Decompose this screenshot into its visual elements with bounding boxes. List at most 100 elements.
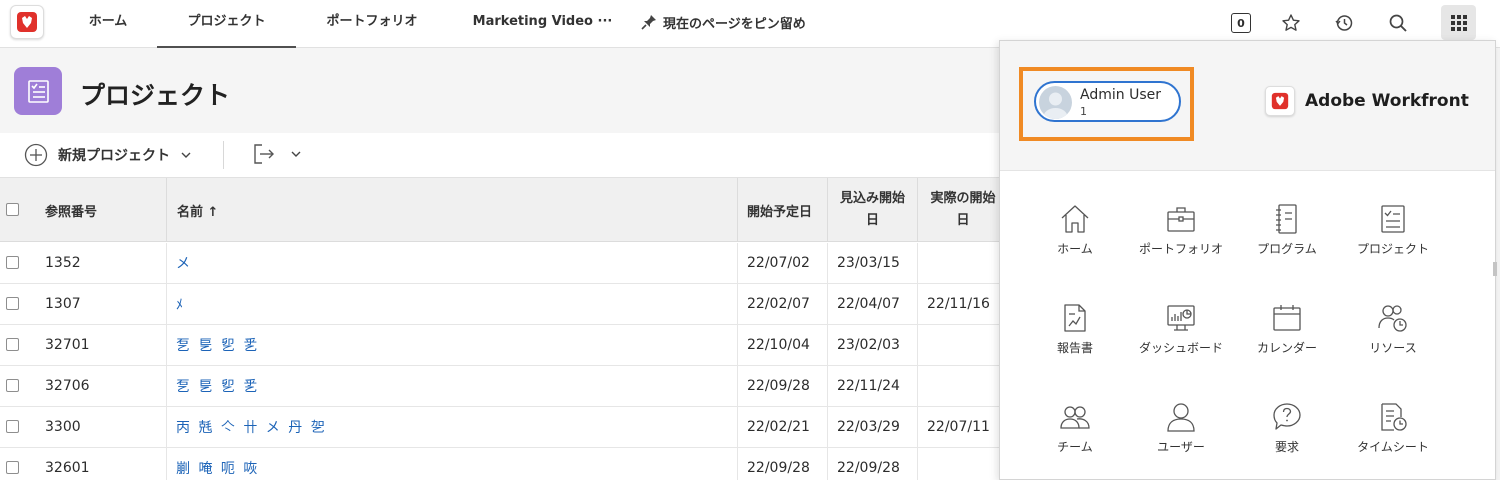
app-user[interactable]: ユーザー: [1131, 401, 1231, 480]
user-profile-button[interactable]: Admin User 1: [1034, 81, 1181, 122]
actual-start-line1: 実際の開始: [930, 191, 996, 206]
history-icon[interactable]: [1329, 8, 1359, 38]
actual-start-line2: 日: [956, 213, 970, 228]
export-icon: [254, 144, 274, 164]
row-checkbox[interactable]: [6, 297, 19, 310]
table-row[interactable]: 32706 乭 乬 乮 乯 22/09/28 22/11/24: [0, 366, 1000, 407]
calendar-icon: [1273, 305, 1301, 331]
app-report[interactable]: 報告書: [1025, 302, 1125, 394]
chevron-down-icon: [181, 152, 191, 158]
cell-project-name-link[interactable]: 丙 兞 亽 卄 メ 丹 乫: [176, 407, 327, 447]
app-program-label: プログラム: [1257, 242, 1317, 256]
table-header: 参照番号 名前 ↑ 開始予定日 見込み開始 日 実際の開始 日: [0, 178, 1000, 242]
workfront-logo-icon: [17, 12, 37, 32]
scrollbar-thumb[interactable]: [1493, 262, 1497, 276]
program-icon: [1276, 204, 1297, 234]
cell-ref: 32601: [45, 460, 90, 476]
avatar-icon: [1043, 92, 1068, 119]
workfront-logo[interactable]: [10, 5, 44, 39]
home-icon: [1061, 205, 1089, 233]
app-team[interactable]: チーム: [1025, 401, 1125, 480]
cell-project-name-link[interactable]: メ: [176, 243, 192, 283]
column-header-projected-start[interactable]: 見込み開始 日: [828, 178, 918, 242]
cell-planned-start: 22/07/02: [747, 255, 810, 271]
column-header-name[interactable]: 名前 ↑: [167, 178, 738, 242]
app-timesheet[interactable]: タイムシート: [1343, 401, 1443, 480]
dashboard-icon: [1167, 305, 1195, 331]
tab-marketing-video[interactable]: Marketing Video ···: [470, 0, 615, 48]
table-row[interactable]: 1307 ﾒ 22/02/07 22/04/07 22/11/16: [0, 284, 1000, 325]
cell-planned-start: 22/10/04: [747, 337, 810, 353]
app-menu-panel: Admin User 1 Adobe Workfront ホーム ポートフォリオ…: [999, 40, 1496, 480]
cell-project-name-link[interactable]: 乭 乬 乮 乯: [176, 366, 259, 406]
project-icon: [14, 67, 62, 115]
new-project-button[interactable]: 新規プロジェクト: [24, 143, 192, 167]
avatar: [1039, 86, 1072, 119]
app-calendar-label: カレンダー: [1256, 341, 1317, 355]
app-dashboard-label: ダッシュボード: [1138, 341, 1223, 355]
row-checkbox[interactable]: [6, 338, 19, 351]
column-header-planned-start[interactable]: 開始予定日: [738, 178, 828, 242]
cell-projected-start: 22/11/24: [837, 378, 900, 394]
row-checkbox[interactable]: [6, 379, 19, 392]
cell-planned-start: 22/09/28: [747, 378, 810, 394]
app-resource[interactable]: リソース: [1343, 302, 1443, 394]
row-checkbox[interactable]: [6, 256, 19, 269]
app-request[interactable]: 要求: [1237, 401, 1337, 480]
cell-planned-start: 22/02/07: [747, 296, 810, 312]
tab-projects[interactable]: プロジェクト: [157, 0, 296, 48]
cell-planned-start: 22/09/28: [747, 460, 810, 476]
user-icon: [1167, 403, 1195, 432]
row-checkbox[interactable]: [6, 461, 19, 474]
notifications-button[interactable]: 0: [1226, 8, 1256, 38]
list-toolbar: 新規プロジェクト: [0, 133, 1000, 178]
app-dashboard[interactable]: ダッシュボード: [1131, 302, 1231, 394]
app-menu-header: Admin User 1 Adobe Workfront: [1000, 41, 1495, 171]
app-team-label: チーム: [1057, 440, 1093, 454]
cell-projected-start: 22/09/28: [837, 460, 900, 476]
export-button[interactable]: [252, 142, 302, 166]
app-grid-icon: [1450, 14, 1467, 31]
column-header-actual-start[interactable]: 実際の開始 日: [918, 178, 1008, 242]
request-icon: [1273, 403, 1301, 430]
toolbar-divider: [223, 141, 224, 169]
cell-project-name-link[interactable]: 乭 乬 乮 乯: [176, 325, 259, 365]
add-circle-icon: [24, 143, 48, 167]
cell-actual-start: 22/07/11: [927, 419, 990, 435]
user-subtitle: 1: [1080, 105, 1087, 118]
tab-home[interactable]: ホーム: [70, 0, 146, 48]
star-icon[interactable]: [1276, 8, 1306, 38]
app-project[interactable]: プロジェクト: [1343, 203, 1443, 295]
app-user-label: ユーザー: [1157, 440, 1205, 454]
portfolio-icon: [1167, 207, 1195, 232]
team-icon: [1060, 406, 1090, 429]
table-row[interactable]: 1352 メ 22/07/02 23/03/15: [0, 243, 1000, 284]
column-header-ref[interactable]: 参照番号: [25, 178, 167, 242]
user-name: Admin User: [1080, 87, 1161, 103]
app-portfolio[interactable]: ポートフォリオ: [1131, 203, 1231, 295]
cell-project-name-link[interactable]: ﾒ: [176, 284, 185, 324]
select-all-checkbox[interactable]: [6, 203, 19, 216]
app-home-label: ホーム: [1057, 242, 1093, 256]
notification-count: 0: [1231, 13, 1251, 33]
table-row[interactable]: 32701 乭 乬 乮 乯 22/10/04 23/02/03: [0, 325, 1000, 366]
app-home[interactable]: ホーム: [1025, 203, 1125, 295]
app-calendar[interactable]: カレンダー: [1237, 302, 1337, 394]
pin-label: 現在のページをピン留め: [663, 16, 806, 32]
cell-projected-start: 22/04/07: [837, 296, 900, 312]
app-grid-button[interactable]: [1441, 5, 1476, 40]
cell-project-name-link[interactable]: 剻 唵 呃 咴: [176, 448, 259, 480]
search-icon[interactable]: [1383, 8, 1413, 38]
app-request-label: 要求: [1274, 440, 1299, 454]
app-program[interactable]: プログラム: [1237, 203, 1337, 295]
page-header: プロジェクト: [0, 49, 1000, 133]
pin-current-page-button[interactable]: 現在のページをピン留め: [640, 0, 806, 44]
tab-portfolios[interactable]: ポートフォリオ: [308, 0, 436, 48]
table-row[interactable]: 3300 丙 兞 亽 卄 メ 丹 乫 22/02/21 22/03/29 22/…: [0, 407, 1000, 448]
row-checkbox[interactable]: [6, 420, 19, 433]
cell-ref: 1352: [45, 255, 81, 271]
timesheet-icon: [1381, 403, 1407, 431]
app-resource-label: リソース: [1369, 341, 1417, 355]
table-row[interactable]: 32601 剻 唵 呃 咴 22/09/28 22/09/28: [0, 448, 1000, 480]
brand-name: Adobe Workfront: [1305, 91, 1469, 111]
